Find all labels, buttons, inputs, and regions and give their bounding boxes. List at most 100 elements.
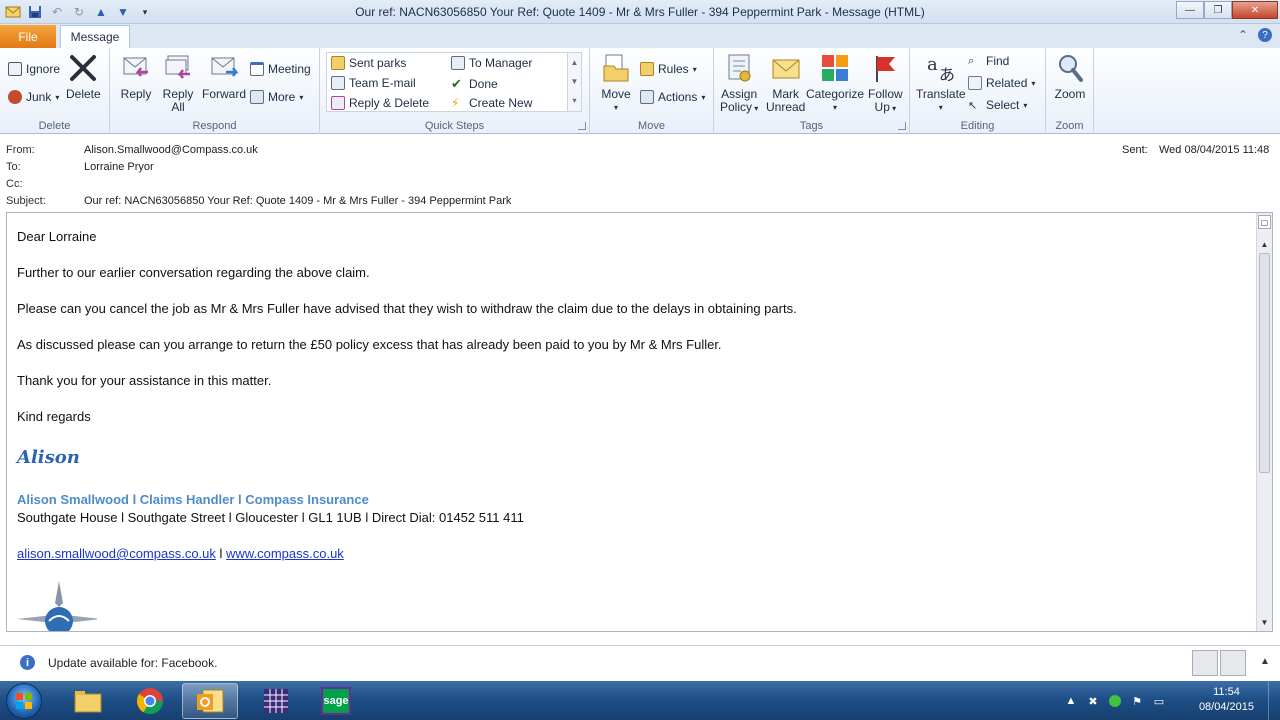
meeting-button[interactable]: Meeting bbox=[250, 62, 311, 76]
clock-time: 11:54 bbox=[1213, 686, 1240, 698]
website-link[interactable]: www.compass.co.uk bbox=[226, 546, 344, 561]
taskbar-calculator[interactable] bbox=[248, 683, 304, 719]
status-green-icon[interactable] bbox=[1108, 694, 1122, 708]
clock-date: 08/04/2015 bbox=[1198, 701, 1254, 713]
group-zoom: Zoom Zoom bbox=[1046, 48, 1094, 134]
scroll-up-icon[interactable]: ▲ bbox=[1258, 237, 1271, 251]
subject-value: Our ref: NACN63056850 Your Ref: Quote 14… bbox=[84, 195, 512, 207]
group-editing: aあ Translate ▾ ⌕ Find Related ▾ ↖ Select ▾… bbox=[910, 48, 1046, 134]
taskbar-explorer[interactable] bbox=[60, 683, 116, 719]
quick-steps-launcher-icon[interactable] bbox=[578, 122, 586, 130]
mark-unread-button[interactable]: Mark Unread bbox=[766, 52, 805, 114]
dropdown-arrow-icon: ▾ bbox=[1023, 100, 1028, 110]
taskbar: sage ▲ ✖ ⚑ ▭ 11:54 08/04/2015 bbox=[0, 681, 1280, 720]
forward-button[interactable]: Forward bbox=[202, 52, 246, 101]
ribbon-help-area: ⌃ ? bbox=[1238, 28, 1272, 42]
junk-button[interactable]: Junk ▾ bbox=[8, 90, 59, 104]
maximize-button[interactable]: ❐ bbox=[1204, 1, 1232, 19]
find-button[interactable]: ⌕ Find bbox=[968, 54, 1009, 68]
scroll-down-icon[interactable]: ▼ bbox=[568, 72, 581, 91]
tab-message[interactable]: Message bbox=[60, 25, 130, 48]
help-icon[interactable]: ? bbox=[1258, 28, 1272, 42]
expand-people-pane-icon[interactable]: ▲ bbox=[1260, 656, 1270, 667]
follow-up-button[interactable]: Follow Up ▾ bbox=[868, 52, 903, 115]
signature-title: Alison Smallwood l Claims Handler l Comp… bbox=[17, 492, 369, 507]
quick-steps-scroll[interactable]: ▲ ▼ ▾ bbox=[567, 53, 581, 111]
folder-icon bbox=[74, 691, 102, 713]
scroll-up-icon[interactable]: ▲ bbox=[568, 53, 581, 72]
translate-button[interactable]: aあ Translate ▾ bbox=[916, 52, 966, 114]
minimize-button[interactable]: — bbox=[1176, 1, 1204, 19]
taskbar-chrome[interactable] bbox=[122, 683, 178, 719]
delete-button[interactable]: Delete bbox=[66, 52, 101, 101]
avatar[interactable] bbox=[1192, 650, 1218, 676]
group-label-delete: Delete bbox=[38, 120, 71, 132]
email-link[interactable]: alison.smallwood@compass.co.uk bbox=[17, 546, 216, 561]
dropdown-arrow-icon: ▾ bbox=[833, 103, 838, 112]
more-respond-button[interactable]: More ▾ bbox=[250, 90, 303, 104]
reply-button[interactable]: Reply bbox=[120, 52, 152, 101]
assign-policy-button[interactable]: Assign Policy ▾ bbox=[720, 52, 758, 115]
to-value[interactable]: Lorraine Pryor bbox=[84, 161, 154, 173]
from-label: From: bbox=[6, 144, 35, 156]
quick-step-done[interactable]: ✔ Done bbox=[451, 76, 498, 92]
svg-text:あ: あ bbox=[939, 65, 955, 84]
related-button[interactable]: Related ▾ bbox=[968, 76, 1035, 90]
ignore-button[interactable]: Ignore bbox=[8, 62, 60, 76]
cursor-icon: ↖ bbox=[968, 99, 978, 112]
system-tray: ▲ ✖ ⚑ ▭ 11:54 08/04/2015 bbox=[1060, 681, 1280, 720]
show-hidden-icons[interactable]: ▲ bbox=[1064, 694, 1078, 708]
message-header: From: Alison.Smallwood@Compass.co.uk To:… bbox=[0, 136, 1280, 212]
quick-step-reply-delete[interactable]: Reply & Delete bbox=[331, 96, 429, 110]
paragraph-1: Further to our earlier conversation rega… bbox=[17, 265, 370, 280]
taskbar-sage[interactable]: sage bbox=[308, 683, 364, 719]
view-options-icon[interactable]: ▢ bbox=[1258, 215, 1271, 229]
categorize-button[interactable]: Categorize ▾ bbox=[806, 52, 864, 114]
network-icon[interactable]: ▭ bbox=[1152, 694, 1166, 708]
sent-label: Sent: bbox=[1122, 144, 1148, 156]
action-center-flag-icon[interactable]: ⚑ bbox=[1130, 694, 1144, 708]
from-value[interactable]: Alison.Smallwood@Compass.co.uk bbox=[84, 144, 258, 156]
ignore-icon bbox=[8, 62, 22, 76]
sage-icon: sage bbox=[321, 687, 351, 715]
closing: Kind regards bbox=[17, 409, 91, 424]
close-button[interactable]: ✕ bbox=[1232, 1, 1278, 19]
dropdown-arrow-icon: ▾ bbox=[752, 104, 759, 113]
avatar[interactable] bbox=[1220, 650, 1246, 676]
quick-step-team-email[interactable]: Team E-mail bbox=[331, 76, 416, 90]
message-body-pane: Dear Lorraine Further to our earlier con… bbox=[6, 212, 1273, 632]
start-button[interactable] bbox=[6, 683, 42, 719]
body-scrollbar[interactable]: ▢ ▲ ▼ bbox=[1256, 213, 1272, 631]
actions-button[interactable]: Actions ▾ bbox=[640, 90, 705, 104]
update-notification[interactable]: Update available for: Facebook. bbox=[48, 656, 217, 670]
forward-mail-icon bbox=[451, 56, 465, 70]
ribbon-tabs: File Message ⌃ ? bbox=[0, 24, 1280, 48]
tags-launcher-icon[interactable] bbox=[898, 122, 906, 130]
taskbar-outlook[interactable] bbox=[182, 683, 238, 719]
minimize-ribbon-icon[interactable]: ⌃ bbox=[1238, 28, 1248, 42]
scroll-down-icon[interactable]: ▼ bbox=[1258, 615, 1271, 629]
expand-gallery-icon[interactable]: ▾ bbox=[568, 91, 581, 110]
windows-logo-icon bbox=[16, 693, 32, 709]
group-move: Move ▾ Rules ▾ Actions ▾ Move bbox=[590, 48, 714, 134]
reply-delete-icon bbox=[331, 96, 345, 110]
tab-file[interactable]: File bbox=[0, 25, 56, 48]
clock[interactable]: 11:54 08/04/2015 bbox=[1199, 685, 1254, 715]
svg-text:a: a bbox=[927, 54, 938, 75]
show-desktop-button[interactable] bbox=[1268, 681, 1280, 720]
zoom-button[interactable]: Zoom bbox=[1054, 52, 1086, 101]
reply-all-button[interactable]: Reply All bbox=[162, 52, 194, 114]
move-button[interactable]: Move ▾ bbox=[600, 52, 632, 114]
volume-muted-icon[interactable]: ✖ bbox=[1086, 694, 1100, 708]
dropdown-arrow-icon: ▾ bbox=[613, 103, 618, 112]
magnifier-icon bbox=[1059, 55, 1083, 82]
quick-step-sent-parks[interactable]: Sent parks bbox=[331, 56, 406, 70]
group-respond: Reply Reply All Forward Meeting More ▾ Re… bbox=[110, 48, 320, 134]
quick-step-create-new[interactable]: ⚡ Create New bbox=[451, 96, 532, 110]
scroll-thumb[interactable] bbox=[1259, 253, 1270, 473]
folder-move-icon bbox=[331, 56, 345, 70]
rules-button[interactable]: Rules ▾ bbox=[640, 62, 697, 76]
quick-step-to-manager[interactable]: To Manager bbox=[451, 56, 532, 70]
select-button[interactable]: ↖ Select ▾ bbox=[968, 98, 1027, 112]
info-icon: i bbox=[20, 655, 35, 670]
